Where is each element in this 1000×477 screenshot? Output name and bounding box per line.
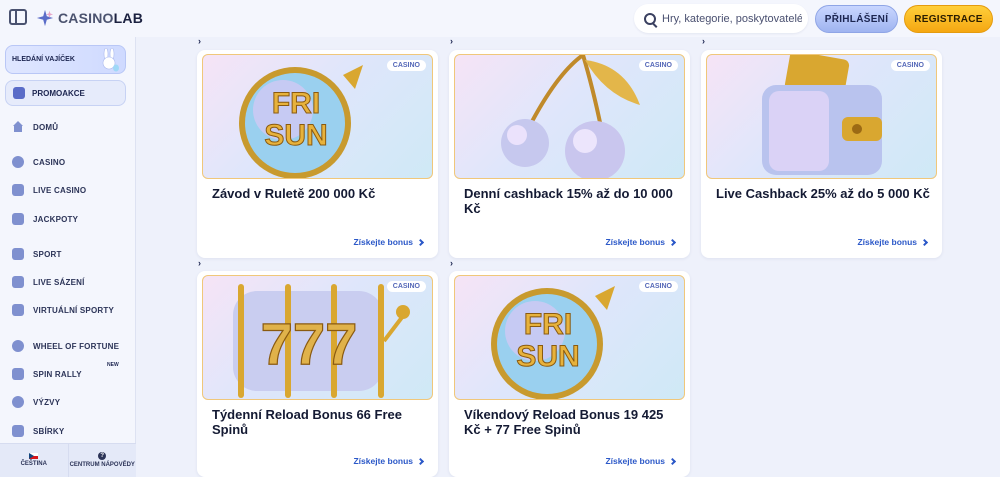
search-icon	[644, 12, 656, 25]
promo-image-frisun: FRI SUN CASINO	[454, 275, 685, 400]
sidebar-item-casino[interactable]: CASINO	[12, 154, 65, 170]
help-icon: ?	[98, 452, 107, 460]
virtual-sports-icon	[12, 304, 24, 316]
svg-text:SUN: SUN	[264, 119, 327, 152]
svg-text:777: 777	[261, 312, 358, 377]
category-tag: CASINO	[386, 60, 426, 71]
sidebar-item-live-betting[interactable]: LIVE SÁZENÍ	[12, 274, 85, 290]
top-bar: CASINOLAB PŘIHLÁŠENÍ REGISTRACE	[0, 0, 1000, 37]
sidebar-toggle-icon[interactable]	[9, 9, 27, 25]
caret-icon: ›	[198, 36, 201, 46]
promo-card[interactable]: 777 CASINO Týdenní Reload Bonus 66 Free …	[197, 271, 438, 477]
help-center-link[interactable]: ? CENTRUM NÁPOVĚDY	[67, 444, 136, 477]
logo-text: CASINOLAB	[58, 10, 144, 26]
sidebar-item-challenges[interactable]: VÝZVY	[12, 394, 60, 410]
get-bonus-link[interactable]: Získejte bonus	[353, 456, 425, 466]
category-tag: CASINO	[638, 60, 678, 71]
fri-sun-globe-icon: FRI SUN	[491, 286, 615, 399]
casino-icon	[12, 156, 24, 168]
easter-egg-hunt-banner[interactable]: HLEDÁNÍ VAJÍČEK	[5, 45, 126, 74]
jackpot-icon	[12, 213, 24, 225]
get-bonus-link[interactable]: Získejte bonus	[605, 237, 677, 247]
promo-title: Víkendový Reload Bonus 19 425 Kč + 77 Fr…	[464, 407, 664, 437]
logo[interactable]: CASINOLAB	[36, 8, 143, 28]
bunny-icon	[102, 48, 119, 72]
slot-machine-icon: 777	[233, 284, 410, 398]
sidebar-item-live-casino[interactable]: LIVE CASINO	[12, 182, 86, 198]
promo-card[interactable]: CASINO Denní cashback 15% až do 10 000 K…	[449, 50, 690, 258]
gift-icon	[13, 87, 25, 99]
login-button[interactable]: PŘIHLÁŠENÍ	[815, 5, 898, 33]
chevron-right-icon	[416, 457, 425, 465]
cherries-icon	[501, 55, 640, 178]
get-bonus-link[interactable]: Získejte bonus	[605, 456, 677, 466]
promo-image-cherries: CASINO	[454, 54, 685, 179]
category-tag: CASINO	[638, 281, 678, 292]
sidebar: HLEDÁNÍ VAJÍČEK PROMOAKCE DOMŮ CASINO LI…	[0, 37, 136, 477]
home-icon	[12, 121, 24, 133]
chevron-right-icon	[668, 238, 677, 246]
sidebar-item-jackpots[interactable]: JACKPOTY	[12, 211, 78, 227]
sidebar-item-home[interactable]: DOMŮ	[12, 119, 58, 135]
live-betting-icon	[12, 276, 24, 288]
promo-title: Týdenní Reload Bonus 66 Free Spinů	[212, 407, 402, 437]
promo-title: Denní cashback 15% až do 10 000 Kč	[464, 186, 673, 216]
language-selector[interactable]: ČEŠTINA	[0, 444, 68, 477]
category-tag: CASINO	[386, 281, 426, 292]
collections-icon	[12, 425, 24, 437]
promo-card[interactable]: CASINO Live Cashback 25% až do 5 000 Kč …	[701, 50, 942, 258]
live-casino-icon	[12, 184, 24, 196]
caret-icon: ›	[702, 36, 705, 46]
sport-icon	[12, 248, 24, 260]
sidebar-item-sport[interactable]: SPORT	[12, 246, 62, 262]
caret-icon: ›	[450, 36, 453, 46]
spin-rally-icon	[12, 368, 24, 380]
get-bonus-link[interactable]: Získejte bonus	[857, 237, 929, 247]
promo-image-slot-777: 777 CASINO	[202, 275, 433, 400]
sidebar-item-wheel-of-fortune[interactable]: WHEEL OF FORTUNE	[12, 338, 119, 354]
promo-image-wallet: CASINO	[706, 54, 937, 179]
wheel-icon	[12, 340, 24, 352]
fri-sun-globe-icon: FRI SUN	[239, 65, 363, 178]
promo-image-frisun: FRI SUN CASINO	[202, 54, 433, 179]
wallet-icon	[762, 55, 882, 175]
promo-card[interactable]: FRI SUN CASINO Víkendový Reload Bonus 19…	[449, 271, 690, 477]
new-badge: NEW	[107, 362, 119, 368]
svg-text:FRI: FRI	[272, 87, 320, 120]
get-bonus-link[interactable]: Získejte bonus	[353, 237, 425, 247]
promo-card[interactable]: FRI SUN CASINO Závod v Ruletě 200 000 Kč…	[197, 50, 438, 258]
svg-text:SUN: SUN	[516, 340, 579, 373]
search-input[interactable]	[662, 12, 802, 25]
category-tag: CASINO	[890, 60, 930, 71]
sidebar-item-spin-rally[interactable]: SPIN RALLY	[12, 366, 82, 382]
sidebar-item-virtual-sports[interactable]: VIRTUÁLNÍ SPORTY	[12, 302, 114, 318]
caret-icon: ›	[450, 258, 453, 268]
caret-icon: ›	[198, 258, 201, 268]
chevron-right-icon	[668, 457, 677, 465]
promo-title: Live Cashback 25% až do 5 000 Kč	[716, 186, 930, 201]
sidebar-footer: ČEŠTINA ? CENTRUM NÁPOVĚDY	[0, 443, 136, 477]
chevron-right-icon	[416, 238, 425, 246]
promo-label: PROMOAKCE	[32, 88, 85, 98]
sidebar-item-promotions[interactable]: PROMOAKCE	[5, 80, 126, 106]
challenges-icon	[12, 396, 24, 408]
chevron-right-icon	[920, 238, 929, 246]
sidebar-item-collections[interactable]: SBÍRKY	[12, 423, 64, 439]
svg-text:FRI: FRI	[524, 308, 572, 341]
easter-label: HLEDÁNÍ VAJÍČEK	[12, 56, 75, 63]
czech-flag-icon	[29, 453, 39, 459]
logo-star-icon	[36, 9, 54, 27]
search-box[interactable]	[634, 4, 808, 33]
register-button[interactable]: REGISTRACE	[904, 5, 993, 33]
promo-title: Závod v Ruletě 200 000 Kč	[212, 186, 376, 201]
